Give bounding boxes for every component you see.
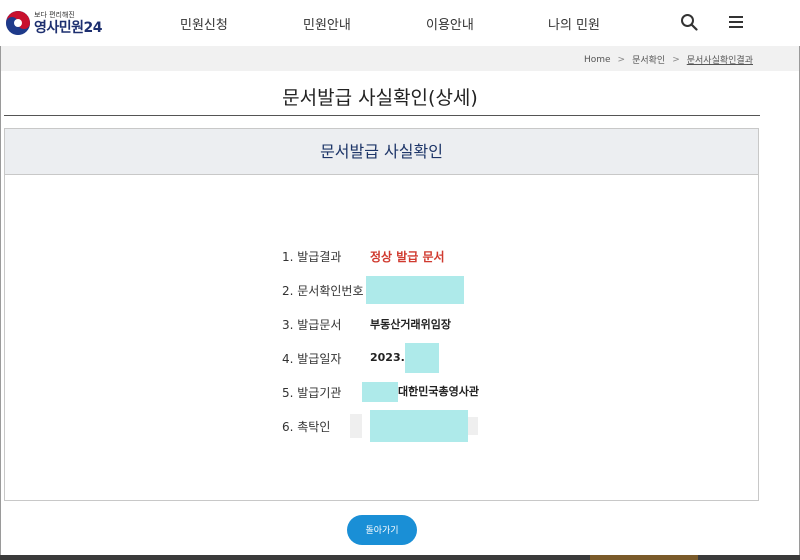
breadcrumb: Home > 문서확인 > 문서사실확인결과 [584, 53, 753, 67]
taskbar-segment [590, 555, 698, 560]
redaction-shadow [468, 417, 478, 435]
taskbar-strip [0, 555, 800, 560]
redaction-mask [366, 276, 464, 304]
breadcrumb-current[interactable]: 문서사실확인결과 [687, 53, 753, 66]
detail-label: 1. 발급결과 [282, 249, 342, 264]
detail-row-issue-date: 4. 발급일자 2023. [282, 341, 622, 375]
search-icon[interactable] [680, 13, 698, 31]
detail-row-requester: 6. 촉탁인 [282, 409, 622, 443]
nav-item-usage[interactable]: 이용안내 [426, 14, 474, 33]
issue-date-text: 2023. [370, 351, 405, 364]
detail-value-doc-type: 부동산거래위임장 [370, 318, 451, 331]
nav-item-guide[interactable]: 민원안내 [303, 14, 351, 33]
nav-item-my-requests[interactable]: 나의 민원 [548, 14, 600, 33]
verification-panel: 문서발급 사실확인 1. 발급결과 정상 발급 문서 2. 문서확인번호 3. … [4, 128, 759, 501]
breadcrumb-bar: Home > 문서확인 > 문서사실확인결과 [1, 46, 799, 71]
panel-title: 문서발급 사실확인 [5, 129, 758, 175]
issuer-text: 대한민국총영사관 [398, 385, 479, 398]
detail-row-doc-number: 2. 문서확인번호 [282, 273, 622, 307]
detail-value-issue-date: 2023. [370, 343, 439, 373]
detail-row-issuer: 5. 발급기관 대한민국총영사관 [282, 375, 622, 409]
redaction-mask [370, 410, 468, 442]
detail-label: 2. 문서확인번호 [282, 283, 364, 298]
breadcrumb-document-check[interactable]: 문서확인 [632, 53, 665, 66]
redaction-shadow [350, 414, 362, 438]
title-divider [4, 115, 760, 116]
page-title: 문서발급 사실확인(상세) [282, 87, 478, 109]
detail-value-result: 정상 발급 문서 [370, 249, 445, 264]
detail-row-doc-type: 3. 발급문서 부동산거래위임장 [282, 307, 622, 341]
detail-value-issuer: 대한민국총영사관 [362, 382, 479, 402]
detail-row-result: 1. 발급결과 정상 발급 문서 [282, 239, 622, 273]
hamburger-menu-icon[interactable] [727, 13, 745, 31]
chevron-right-icon: > [672, 54, 680, 65]
detail-label: 4. 발급일자 [282, 351, 342, 366]
chevron-right-icon: > [617, 54, 626, 65]
detail-value-requester [350, 410, 478, 442]
redaction-mask [404, 343, 439, 373]
site-header: 보다 편리해진 영사민원24 민원신청 민원안내 이용안내 나의 민원 [0, 0, 800, 46]
redaction-mask [362, 382, 398, 402]
detail-label: 3. 발급문서 [282, 317, 342, 332]
nav-item-apply[interactable]: 민원신청 [180, 14, 228, 33]
detail-label: 5. 발급기관 [282, 385, 342, 400]
verification-details: 1. 발급결과 정상 발급 문서 2. 문서확인번호 3. 발급문서 부동산거래… [282, 239, 622, 443]
breadcrumb-home[interactable]: Home [584, 55, 611, 65]
back-button[interactable]: 돌아가기 [347, 515, 417, 545]
detail-value-doc-number [366, 276, 464, 304]
